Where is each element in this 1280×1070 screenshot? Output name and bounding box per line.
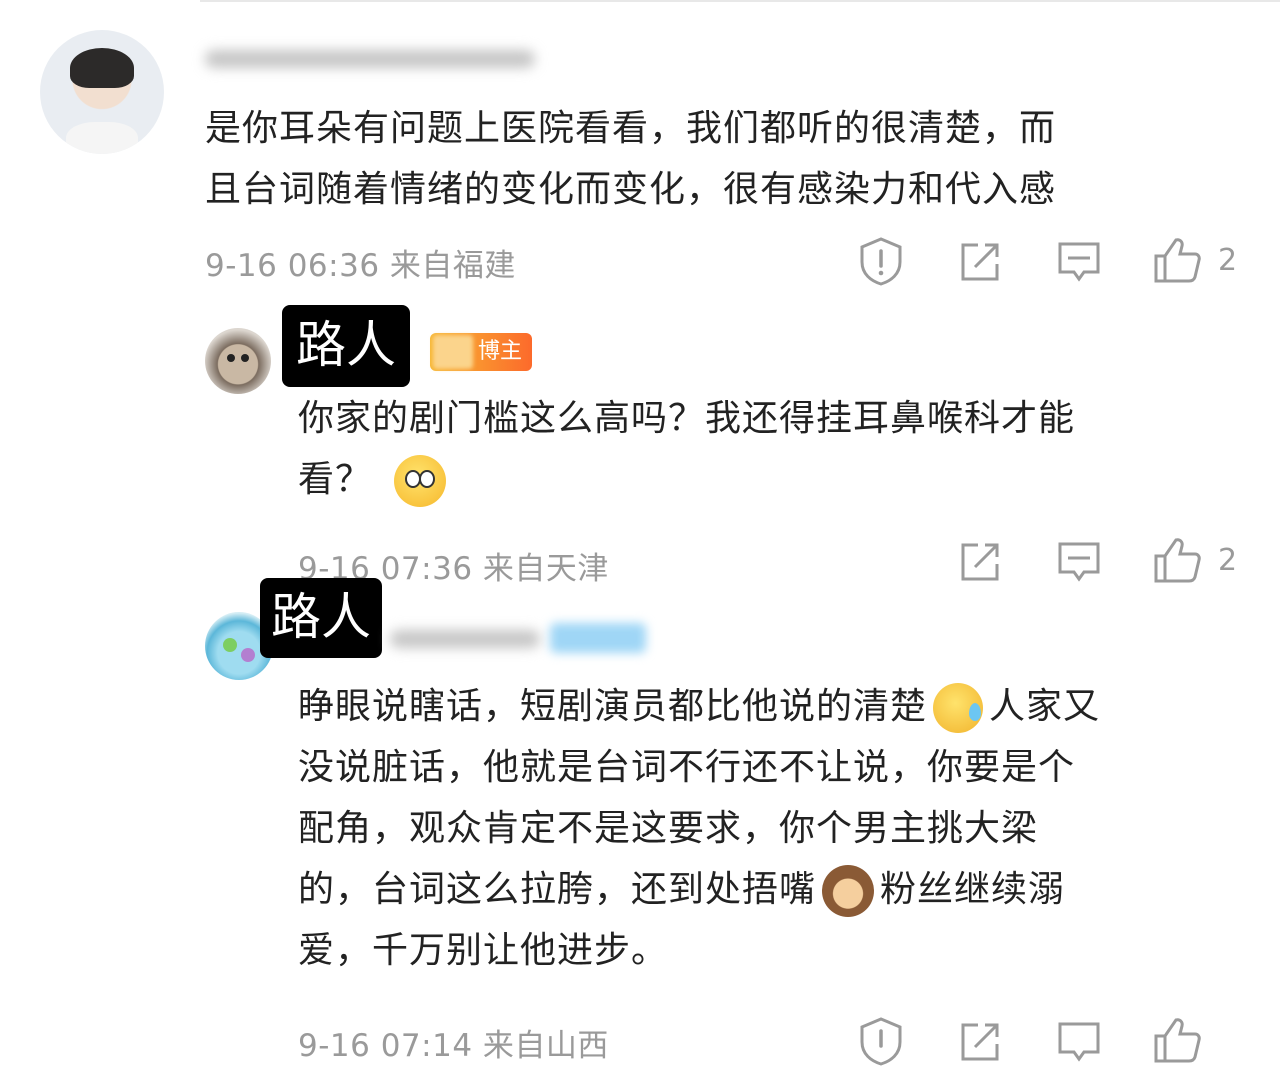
label-tag: 路人 — [282, 305, 410, 387]
reply-icon[interactable] — [1056, 1020, 1102, 1064]
username-blurred[interactable] — [390, 620, 650, 656]
shocked-emoji — [394, 455, 447, 507]
badge-label: 博主 — [478, 339, 523, 364]
label-tag: 路人 — [260, 578, 382, 658]
avatar[interactable] — [40, 30, 164, 154]
like-icon[interactable] — [1152, 1016, 1202, 1064]
like-icon[interactable] — [1152, 536, 1202, 584]
top-divider — [200, 0, 1280, 2]
sweat-emoji — [933, 683, 984, 733]
repost-icon[interactable] — [958, 240, 1002, 284]
comment-3-text: 睁眼说瞎话，短剧演员都比他说的清楚 人家又 没说脏话，他就是台词不行还不让说，你要… — [298, 676, 1258, 981]
comment-2-text: 你家的剧门槛这么高吗？我还得挂耳鼻喉科才能 看？ — [298, 388, 1238, 510]
reply-icon[interactable] — [1056, 240, 1102, 284]
like-count: 2 — [1218, 243, 1238, 278]
username-blurred[interactable] — [205, 40, 545, 80]
comment-3-meta: 9-16 07:14 来自山西 — [298, 1028, 609, 1064]
avatar[interactable] — [205, 328, 271, 394]
repost-icon[interactable] — [958, 1020, 1002, 1064]
badge-image — [433, 335, 473, 369]
report-icon[interactable] — [858, 236, 904, 286]
comment-1-meta: 9-16 06:36 来自福建 — [205, 248, 516, 284]
see-no-evil-monkey-emoji — [822, 865, 875, 917]
reply-icon[interactable] — [1056, 540, 1102, 584]
comment-1-text: 是你耳朵有问题上医院看看，我们都听的很清楚，而 且台词随着情绪的变化而变化，很有… — [205, 108, 1057, 210]
like-count: 2 — [1218, 543, 1238, 578]
repost-icon[interactable] — [958, 540, 1002, 584]
blogger-badge: 博主 — [430, 333, 533, 371]
like-icon[interactable] — [1152, 236, 1202, 284]
